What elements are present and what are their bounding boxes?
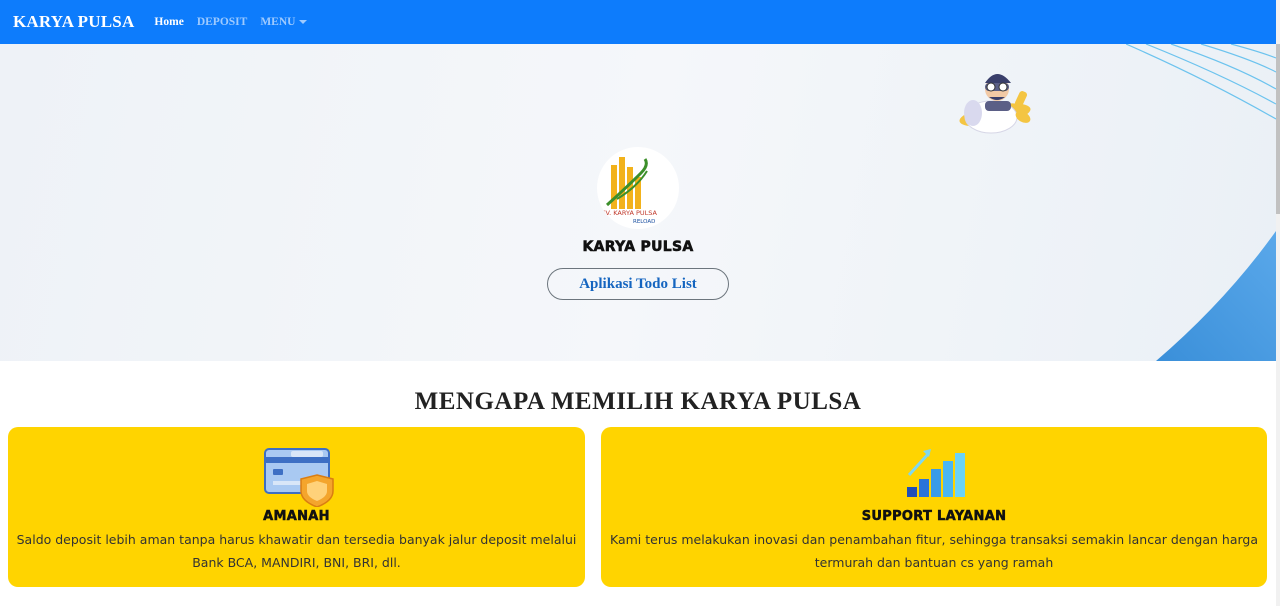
- nav-menu-dropdown[interactable]: MENU: [260, 16, 308, 28]
- company-logo-graphic: CV. KARYA PULSA RELOAD: [601, 157, 657, 225]
- hero-section: CV. KARYA PULSA RELOAD KARYA PULSA Aplik…: [0, 44, 1276, 361]
- company-logo: CV. KARYA PULSA RELOAD: [597, 147, 679, 229]
- hero-title: KARYA PULSA: [582, 239, 694, 256]
- decorative-blue-shape: [1156, 231, 1276, 361]
- top-navbar: KARYA PULSA Home DEPOSIT MENU: [0, 0, 1276, 44]
- nav-deposit[interactable]: DEPOSIT: [197, 16, 248, 28]
- growth-chart-icon: [907, 449, 965, 497]
- logo-text-top: CV. KARYA PULSA: [601, 209, 657, 217]
- todo-list-button[interactable]: Aplikasi Todo List: [547, 268, 729, 300]
- card-text-support: Kami terus melakukan inovasi dan penamba…: [609, 532, 1259, 570]
- credit-card-shield-icon: [264, 448, 334, 507]
- scrollbar-thumb[interactable]: [1276, 44, 1280, 214]
- card-title-amanah: AMANAH: [263, 509, 330, 525]
- feature-card-amanah: AMANAH Saldo deposit lebih aman tanpa ha…: [8, 427, 585, 587]
- nav-menu-label: MENU: [260, 16, 296, 28]
- logo-text-bottom: RELOAD: [633, 219, 655, 225]
- chevron-down-icon: [299, 20, 308, 25]
- feature-card-support: SUPPORT LAYANAN Kami terus melakukan ino…: [601, 427, 1267, 587]
- nav-home[interactable]: Home: [154, 16, 183, 28]
- mascot-pilot-plane-icon: [959, 74, 1031, 134]
- decorative-lines: [1126, 44, 1276, 120]
- scrollbar[interactable]: [1276, 0, 1280, 606]
- card-title-support: SUPPORT LAYANAN: [861, 509, 1007, 525]
- section-heading: MENGAPA MEMILIH KARYA PULSA: [414, 388, 862, 415]
- card-text-amanah: Saldo deposit lebih aman tanpa harus kha…: [16, 532, 577, 570]
- brand-logo[interactable]: KARYA PULSA: [13, 12, 134, 32]
